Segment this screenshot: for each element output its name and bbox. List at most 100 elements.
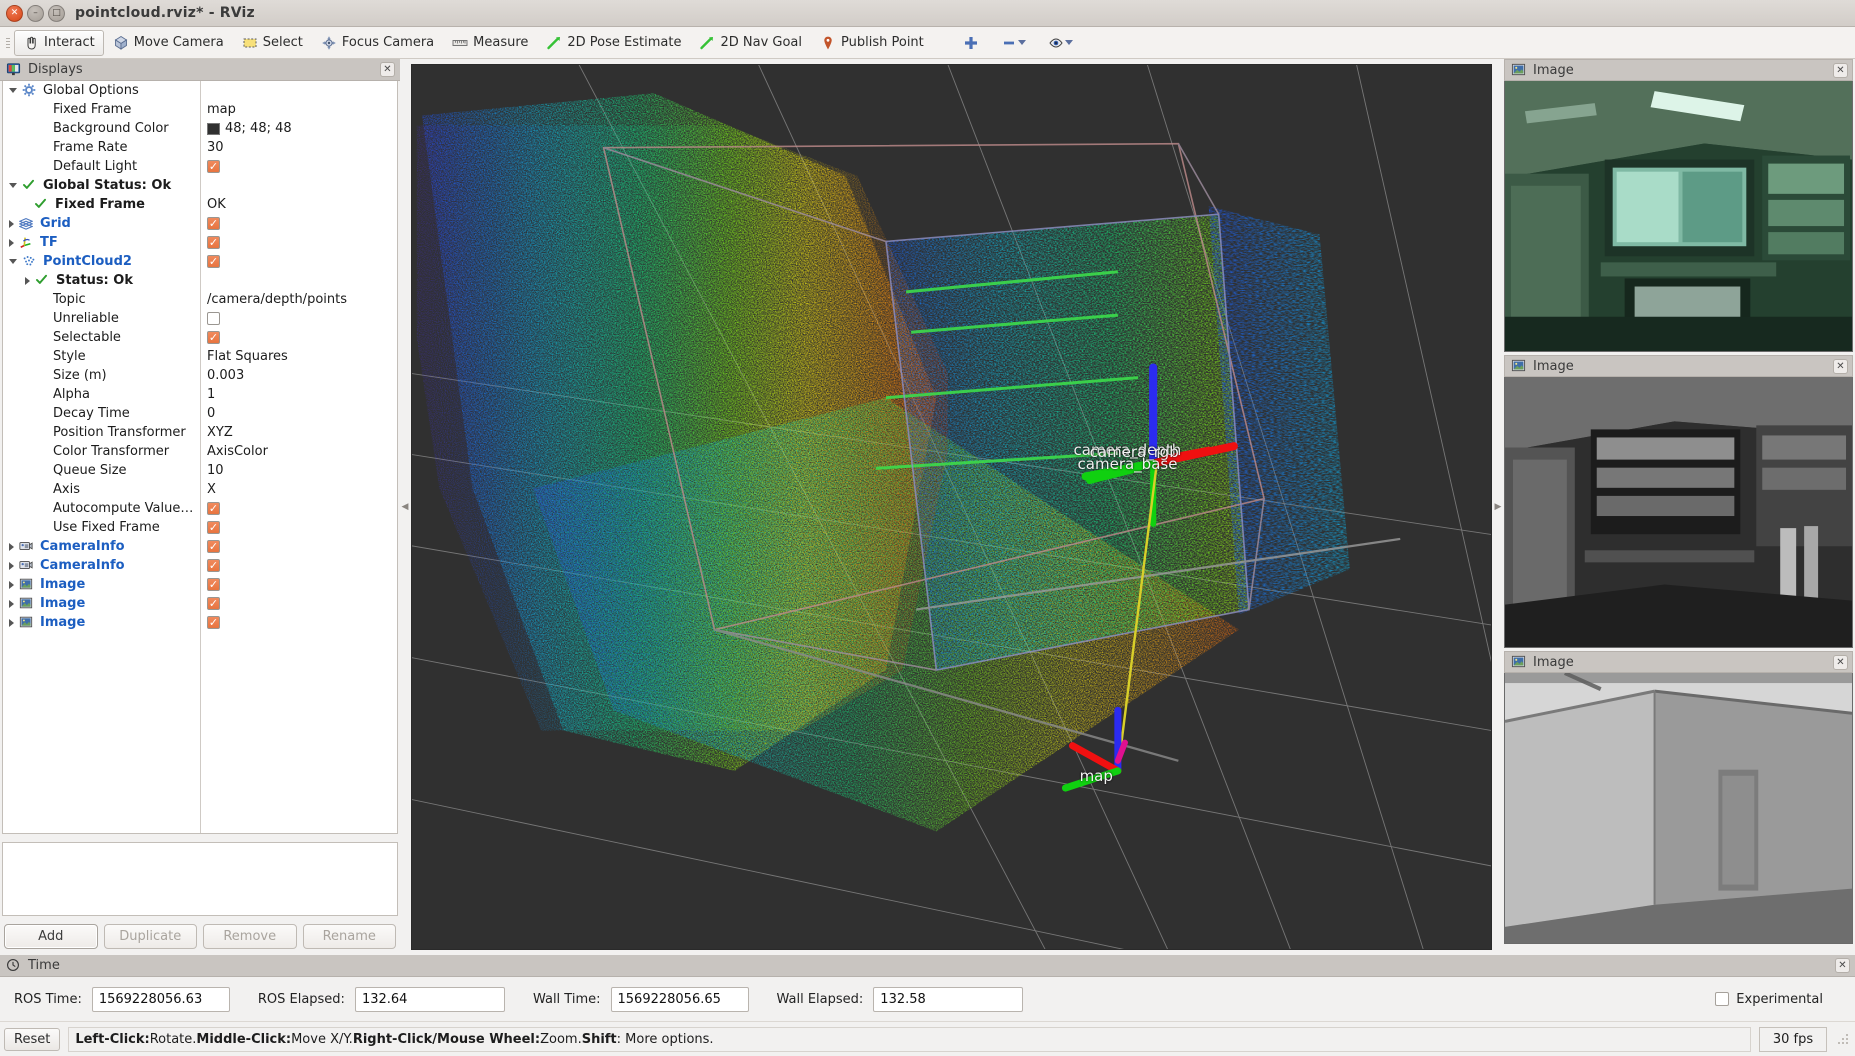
checkbox-checked[interactable]: ✓ <box>207 331 220 344</box>
tree-row[interactable]: Fixed Frame OK <box>3 195 397 214</box>
tree-row-value[interactable]: /camera/depth/points <box>200 292 347 307</box>
tree-row[interactable]: Frame Rate 30 <box>3 138 397 157</box>
toolbar-drag-handle[interactable] <box>4 32 12 54</box>
close-icon[interactable]: ✕ <box>6 4 23 22</box>
tree-row[interactable]: Topic/camera/depth/points <box>3 290 397 309</box>
checkbox-checked[interactable]: ✓ <box>207 502 220 515</box>
tool-interact[interactable]: Interact <box>14 29 104 56</box>
tree-row-value[interactable]: 0 <box>200 406 215 421</box>
tool-publish-point[interactable]: Publish Point <box>811 30 933 56</box>
remove-tool-button[interactable] <box>997 30 1030 56</box>
chevron-down-icon[interactable] <box>1017 40 1026 45</box>
rename-button[interactable]: Rename <box>302 924 396 949</box>
add-tool-button[interactable] <box>959 30 983 56</box>
tree-row-value[interactable]: 1 <box>200 387 215 402</box>
tree-row-value[interactable]: ✓ <box>200 578 220 591</box>
checkbox-checked[interactable]: ✓ <box>207 255 220 268</box>
checkbox-checked[interactable]: ✓ <box>207 559 220 572</box>
ros-elapsed-field[interactable]: 132.64 <box>354 986 505 1012</box>
displays-tree[interactable]: Global Options Fixed Frame map Background C… <box>2 81 398 834</box>
tree-row[interactable]: Alpha 1 <box>3 385 397 404</box>
tree-row[interactable]: CameraInfo ✓ <box>3 537 397 556</box>
tree-row-value[interactable]: ✓ <box>200 540 220 553</box>
tree-row-value[interactable]: 30 <box>200 140 224 155</box>
tree-row[interactable]: Selectable ✓ <box>3 328 397 347</box>
tree-row-value[interactable]: OK <box>200 197 226 212</box>
tree-row[interactable]: Unreliable <box>3 309 397 328</box>
tree-row[interactable]: Decay Time 0 <box>3 404 397 423</box>
tree-row[interactable]: Image ✓ <box>3 594 397 613</box>
ros-time-field[interactable]: 1569228056.63 <box>91 986 230 1012</box>
tree-row-value[interactable]: ✓ <box>200 616 220 629</box>
chevron-right-icon[interactable] <box>9 542 14 551</box>
tree-row-value[interactable]: map <box>200 102 236 117</box>
tree-row-value[interactable]: ✓ <box>200 521 220 534</box>
checkbox-checked[interactable]: ✓ <box>207 540 220 553</box>
left-splitter-handle[interactable]: ◀ <box>400 59 410 955</box>
tree-row-value[interactable]: X <box>200 482 216 497</box>
checkbox-checked[interactable]: ✓ <box>207 236 220 249</box>
chevron-right-icon[interactable] <box>9 580 14 589</box>
chevron-right-icon[interactable] <box>9 599 14 608</box>
chevron-right-icon[interactable] <box>9 238 14 247</box>
tree-row[interactable]: Grid ✓ <box>3 214 397 233</box>
image-panel-1-view[interactable] <box>1504 81 1853 352</box>
chevron-right-icon[interactable] <box>9 219 14 228</box>
close-icon[interactable]: ✕ <box>1835 958 1850 973</box>
tree-row-value[interactable]: 10 <box>200 463 224 478</box>
tool-measure[interactable]: Measure <box>443 30 537 56</box>
close-icon[interactable]: ✕ <box>380 62 395 77</box>
tree-row-value[interactable]: ✓ <box>200 559 220 572</box>
reset-button[interactable]: Reset <box>4 1027 61 1051</box>
checkbox-checked[interactable]: ✓ <box>207 160 220 173</box>
tool-2d-nav-goal[interactable]: 2D Nav Goal <box>690 30 811 56</box>
tree-row[interactable]: CameraInfo ✓ <box>3 556 397 575</box>
remove-button[interactable]: Remove <box>203 924 297 949</box>
tree-row[interactable]: Style Flat Squares <box>3 347 397 366</box>
tree-row-value[interactable]: 0.003 <box>200 368 244 383</box>
tool-focus-camera[interactable]: Focus Camera <box>312 30 443 56</box>
tree-row[interactable]: Global Status: Ok <box>3 176 397 195</box>
chevron-right-icon[interactable] <box>9 561 14 570</box>
tree-row-value[interactable]: ✓ <box>200 236 220 249</box>
duplicate-button[interactable]: Duplicate <box>103 924 197 949</box>
tree-row[interactable]: Image ✓ <box>3 575 397 594</box>
tree-row-value[interactable]: AxisColor <box>200 444 268 459</box>
chevron-down-icon[interactable] <box>1064 40 1073 45</box>
chevron-down-icon[interactable] <box>9 88 17 93</box>
chevron-right-icon[interactable] <box>9 618 14 627</box>
tree-row-value[interactable]: ✓ <box>200 331 220 344</box>
tree-row-value[interactable]: XYZ <box>200 425 233 440</box>
tree-row[interactable]: Image ✓ <box>3 613 397 632</box>
tree-row-value[interactable]: ✓ <box>200 597 220 610</box>
tree-row-value[interactable]: 48; 48; 48 <box>200 121 292 136</box>
chevron-down-icon[interactable] <box>9 183 17 188</box>
close-icon[interactable]: ✕ <box>1833 655 1848 670</box>
minimize-icon[interactable]: – <box>27 4 44 22</box>
tool-move-camera[interactable]: Move Camera <box>104 30 233 56</box>
experimental-checkbox[interactable] <box>1715 992 1730 1006</box>
tree-row[interactable]: Size (m) 0.003 <box>3 366 397 385</box>
render-view-3d[interactable]: camera_depth camera_rgb camera_base map <box>411 64 1492 950</box>
tree-row[interactable]: TF ✓ <box>3 233 397 252</box>
resize-grip[interactable] <box>1835 1031 1851 1047</box>
image-panel-2-view[interactable] <box>1504 377 1853 648</box>
tree-row[interactable]: Global Options <box>3 81 397 100</box>
tree-row[interactable]: Queue Size 10 <box>3 461 397 480</box>
tool-select[interactable]: Select <box>233 30 312 56</box>
visibility-button[interactable] <box>1044 30 1077 56</box>
add-button[interactable]: Add <box>4 924 98 949</box>
tree-row[interactable]: Default Light ✓ <box>3 157 397 176</box>
close-icon[interactable]: ✕ <box>1833 359 1848 374</box>
tree-row-value[interactable]: Flat Squares <box>200 349 288 364</box>
tree-row[interactable]: PointCloud2 ✓ <box>3 252 397 271</box>
tree-row[interactable]: Status: Ok <box>3 271 397 290</box>
tree-row[interactable]: Autocompute Value… ✓ <box>3 499 397 518</box>
tree-row[interactable]: Axis X <box>3 480 397 499</box>
checkbox-checked[interactable]: ✓ <box>207 616 220 629</box>
image-panel-3-view[interactable] <box>1504 673 1853 944</box>
tree-row-value[interactable]: ✓ <box>200 217 220 230</box>
maximize-icon[interactable]: □ <box>48 4 65 22</box>
tree-row[interactable]: Background Color 48; 48; 48 <box>3 119 397 138</box>
checkbox-checked[interactable]: ✓ <box>207 217 220 230</box>
